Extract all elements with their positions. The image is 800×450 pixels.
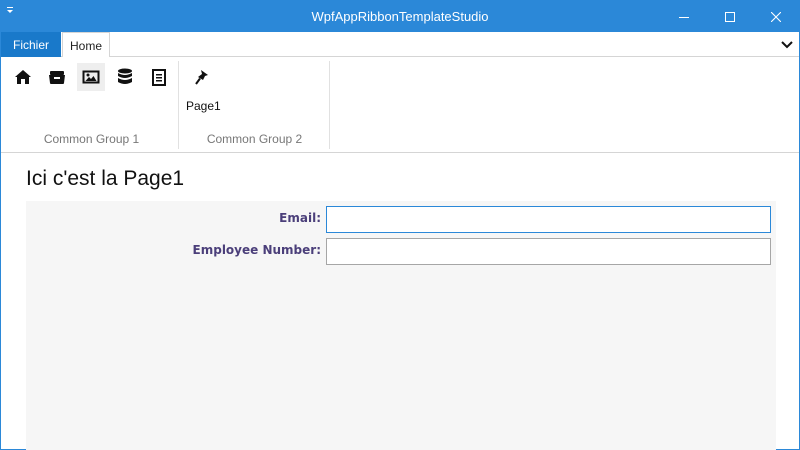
page1-button-label: Page1 xyxy=(186,99,221,113)
ribbon-collapse-chevron-icon[interactable] xyxy=(779,37,795,53)
ribbon-panel: Common Group 1 Page1 Common Group 2 xyxy=(1,57,799,153)
page1-button[interactable]: Page1 xyxy=(182,63,224,113)
database-button[interactable] xyxy=(111,63,139,91)
ribbon-tab-bar: Fichier Home xyxy=(1,32,799,58)
database-icon xyxy=(118,68,132,84)
app-window: WpfAppRibbonTemplateStudio Fichier Home xyxy=(0,0,800,450)
page-title: Ici c'est la Page1 xyxy=(26,167,185,190)
minimize-button[interactable] xyxy=(661,1,707,32)
archive-icon xyxy=(49,71,65,84)
maximize-button[interactable] xyxy=(707,1,753,32)
ribbon-group-common-1: Common Group 1 xyxy=(5,61,179,149)
home-icon xyxy=(15,70,31,84)
image-icon xyxy=(82,70,100,84)
minimize-icon xyxy=(679,16,689,18)
close-button[interactable] xyxy=(753,1,799,32)
email-input[interactable] xyxy=(326,206,771,233)
image-button[interactable] xyxy=(77,63,105,91)
maximize-icon xyxy=(725,11,735,22)
pushpin-icon xyxy=(194,69,210,92)
close-icon xyxy=(771,11,781,22)
form-panel: Email: Employee Number: xyxy=(26,201,776,450)
tab-home[interactable]: Home xyxy=(62,32,110,58)
employee-number-label: Employee Number: xyxy=(192,243,321,257)
email-label: Email: xyxy=(279,211,321,225)
title-bar[interactable]: WpfAppRibbonTemplateStudio xyxy=(1,1,799,32)
employee-number-input[interactable] xyxy=(326,238,771,265)
ribbon-group-label: Common Group 1 xyxy=(43,132,140,146)
ribbon-group-common-2: Page1 Common Group 2 xyxy=(180,61,330,149)
ribbon-group-label: Common Group 2 xyxy=(206,132,303,146)
document-icon xyxy=(152,68,166,86)
archive-button[interactable] xyxy=(43,63,71,91)
home-button[interactable] xyxy=(9,63,37,91)
tab-fichier[interactable]: Fichier xyxy=(1,32,61,57)
document-button[interactable] xyxy=(145,63,173,91)
